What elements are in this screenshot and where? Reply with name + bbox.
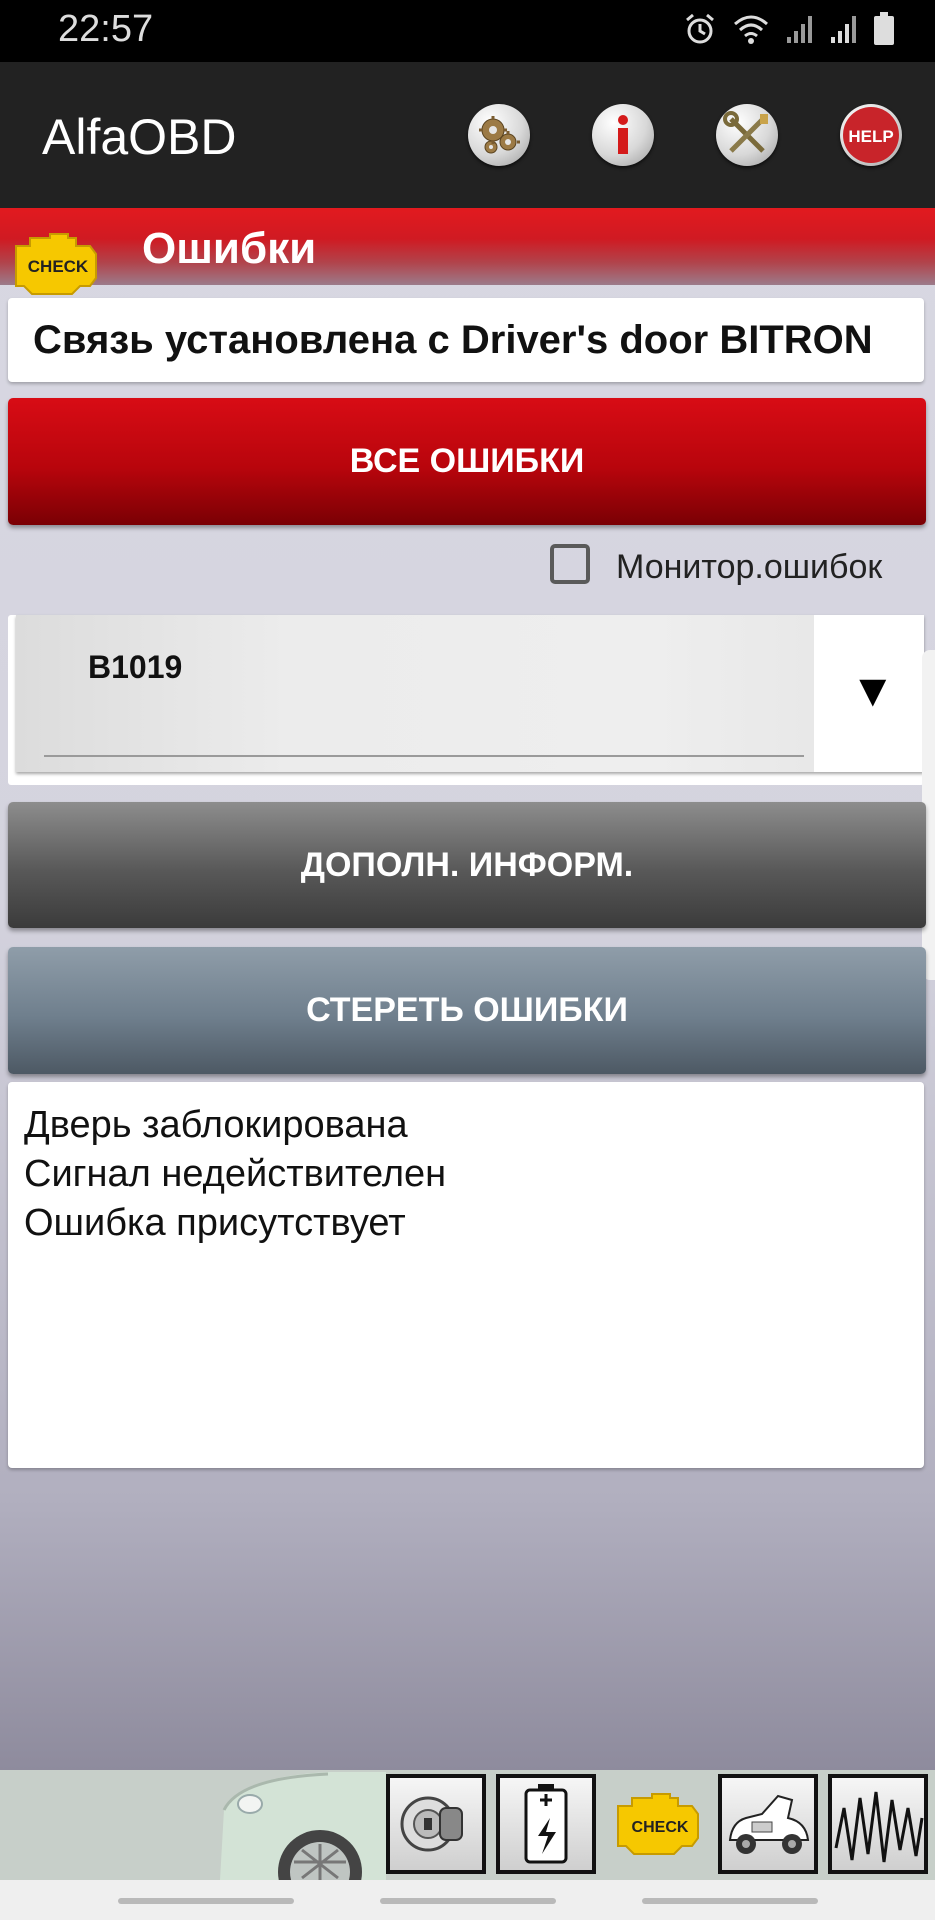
all-errors-button[interactable]: ВСЕ ОШИБКИ [8,398,926,525]
check-engine-text: CHECK [632,1819,689,1836]
status-time: 22:57 [58,8,154,50]
section-header: CHECK Ошибки [0,208,935,295]
system-nav-bar [0,1880,935,1920]
error-monitor-checkbox[interactable] [550,544,590,584]
dropdown-button[interactable]: ▼ [814,615,924,772]
signal-icon [829,13,859,50]
ignition-key-icon [400,1796,463,1852]
check-engine-icon: CHECK [617,1793,699,1855]
nav-home-button[interactable] [380,1898,556,1904]
info-icon [618,115,628,154]
error-details-box: Дверь заблокирована Сигнал недействителе… [8,1082,924,1468]
signal-icon [785,13,815,50]
alarm-icon [683,12,717,51]
bottom-toolbar: CHECK [0,1770,935,1880]
wifi-icon [731,12,771,51]
car-hood-open-icon [728,1794,810,1854]
check-engine-button[interactable]: CHECK [612,1788,704,1862]
error-detail-line: Сигнал недействителен [24,1153,447,1195]
status-icons [683,12,895,51]
battery-button[interactable] [496,1774,596,1874]
info-button[interactable] [592,104,654,166]
select-underline [44,755,804,757]
nav-back-button[interactable] [642,1898,818,1904]
battery-icon [873,12,895,51]
app-title: AlfaOBD [42,109,237,165]
tools-icon [723,111,768,153]
app-bar: AlfaOBD HELP [0,62,935,208]
error-code-container: B1019 ▼ [8,615,924,785]
more-info-button[interactable]: ДОПОЛН. ИНФОРМ. [8,802,926,928]
check-engine-icon: CHECK [10,228,102,303]
error-code-select[interactable]: B1019 ▼ [16,615,924,772]
help-icon-text: HELP [848,127,893,146]
selected-error-code: B1019 [88,649,183,685]
settings-button[interactable] [468,104,530,166]
nav-recents-button[interactable] [118,1898,294,1904]
help-button[interactable]: HELP [840,104,902,166]
check-badge-text: CHECK [28,257,89,276]
battery-charge-icon [524,1784,568,1864]
waveform-icon [834,1791,924,1863]
error-detail-line: Ошибка присутствует [24,1202,406,1244]
tools-button[interactable] [716,104,778,166]
clear-errors-button[interactable]: СТЕРЕТЬ ОШИБКИ [8,947,926,1074]
status-bar: 22:57 [0,0,935,62]
error-detail-line: Дверь заблокирована [24,1104,408,1146]
error-monitor-label: Монитор.ошибок [616,548,883,586]
settings-gears-icon [479,116,520,154]
help-icon: HELP [843,107,899,163]
dropdown-arrow-icon: ▼ [850,664,896,716]
ignition-button[interactable] [386,1774,486,1874]
car-image [220,1772,386,1880]
graph-button[interactable] [828,1774,928,1874]
section-title: Ошибки [142,224,317,273]
car-inspection-button[interactable] [718,1774,818,1874]
connection-status-box: Связь установлена с Driver's door BITRON [8,298,924,382]
connection-status-text: Связь установлена с Driver's door BITRON [33,318,873,362]
